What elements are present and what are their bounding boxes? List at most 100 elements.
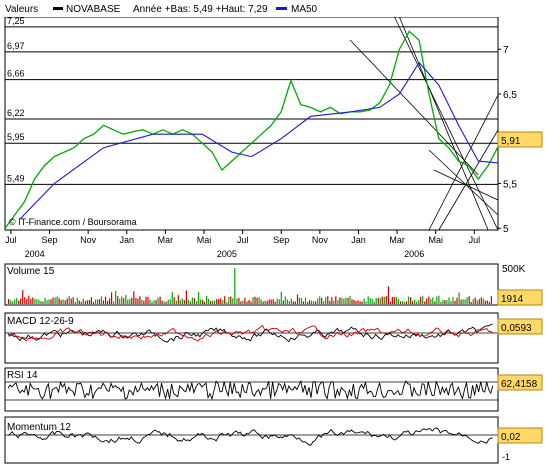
volume-bar: [48, 299, 50, 304]
price-level-label: 6,66: [7, 69, 25, 79]
volume-bar: [38, 299, 40, 304]
volume-bar: [450, 301, 452, 304]
volume-bar: [484, 300, 486, 304]
volume-bar: [476, 300, 478, 304]
volume-bar: [466, 297, 468, 304]
volume-bar: [304, 297, 307, 304]
volume-bar: [256, 297, 258, 304]
time-axis: Jul Sep Nov Jan Mar Mai Jul Sep Nov Jan Mar Mai Jul2…: [5, 230, 480, 259]
volume-bar: [440, 301, 442, 304]
volume-bar: [143, 300, 145, 304]
volume-bar: [343, 298, 345, 304]
volume-bar: [405, 301, 408, 304]
time-tick-label: Jan: [120, 235, 135, 245]
volume-bar: [311, 300, 313, 304]
volume-bar: [173, 297, 175, 304]
volume-bar: [135, 297, 137, 304]
volume-bar: [234, 268, 236, 304]
legend-instrument-label: Valeurs: [5, 4, 38, 15]
volume-bar: [218, 299, 220, 304]
volume-bar: [474, 297, 476, 304]
volume-bar: [175, 300, 177, 304]
volume-bar: [121, 296, 123, 304]
volume-bar: [226, 302, 228, 304]
volume-bar: [250, 301, 252, 304]
volume-bar: [117, 296, 119, 304]
momentum-plot-area: [4, 416, 499, 464]
volume-bar: [373, 301, 375, 304]
volume-bar: [60, 300, 62, 304]
momentum-panel: Momentum 12 -1 0,02: [4, 416, 543, 464]
volume-bar: [454, 300, 456, 304]
volume-bar: [185, 290, 187, 304]
volume-bar: [448, 297, 450, 304]
volume-bar: [345, 297, 347, 304]
volume-bar: [486, 300, 488, 304]
volume-bar: [383, 296, 385, 304]
volume-bar: [313, 301, 315, 304]
volume-bar: [131, 297, 133, 304]
volume-bar: [113, 301, 115, 304]
volume-axis-max: 500K: [502, 264, 526, 275]
volume-bar: [203, 301, 206, 304]
momentum-last-value: 0,02: [501, 432, 521, 443]
volume-title: Volume 15: [7, 266, 55, 277]
volume-bar: [432, 297, 434, 304]
volume-bar: [377, 297, 379, 304]
volume-bar: [214, 300, 216, 304]
volume-bar: [387, 286, 389, 304]
volume-bar: [129, 299, 131, 304]
volume-bar: [357, 300, 359, 304]
volume-bar: [446, 300, 448, 304]
volume-bar: [187, 300, 189, 304]
volume-bar: [100, 296, 103, 304]
volume-bar: [24, 297, 26, 304]
volume-bar: [16, 298, 18, 304]
volume-bar: [456, 297, 458, 304]
volume-bar: [416, 302, 418, 304]
volume-bar: [444, 300, 446, 304]
volume-bar: [276, 298, 278, 304]
price-right-tick-label: 5: [503, 224, 509, 235]
chart-canvas: Valeurs NOVABASE Année +Bas: 5,49 +Haut:…: [0, 0, 547, 464]
volume-bar: [127, 299, 129, 304]
momentum-y-tick: -1: [502, 452, 510, 462]
volume-bar: [412, 301, 414, 304]
time-tick-label: Jul: [469, 235, 481, 245]
volume-bar: [30, 298, 32, 304]
volume-bar: [147, 297, 149, 304]
time-tick-label: Mai: [197, 235, 212, 245]
volume-bar: [159, 296, 161, 304]
volume-bar: [490, 296, 492, 304]
year-label: 2005: [217, 249, 237, 259]
volume-bar: [139, 296, 141, 304]
volume-bar: [189, 301, 191, 304]
volume-bar: [84, 301, 86, 304]
volume-bar: [165, 301, 167, 304]
volume-bar: [248, 300, 250, 304]
rsi-title: RSI 14: [7, 370, 38, 381]
volume-bar: [379, 298, 381, 304]
volume-bar: [270, 299, 272, 304]
legend-instrument-name: NOVABASE: [66, 4, 121, 15]
macd-title: MACD 12-26-9: [7, 316, 74, 327]
volume-bar: [321, 298, 323, 304]
volume-bar: [300, 298, 303, 304]
volume-bar: [161, 300, 163, 304]
volume-bar: [464, 299, 466, 304]
volume-bar: [155, 300, 157, 304]
volume-bar: [181, 298, 183, 304]
volume-bar: [307, 302, 309, 304]
volume-bar: [179, 300, 181, 304]
volume-bar: [361, 301, 363, 304]
volume-bar: [197, 292, 200, 304]
volume-bar: [32, 297, 34, 304]
volume-bar: [420, 296, 422, 304]
volume-bar: [94, 299, 97, 304]
time-tick-label: Mar: [389, 235, 405, 245]
stock-chart: Valeurs NOVABASE Année +Bas: 5,49 +Haut:…: [0, 0, 547, 469]
volume-bar: [137, 298, 139, 304]
volume-bar: [442, 300, 444, 304]
volume-bar: [244, 297, 246, 304]
volume-bar: [351, 299, 353, 304]
